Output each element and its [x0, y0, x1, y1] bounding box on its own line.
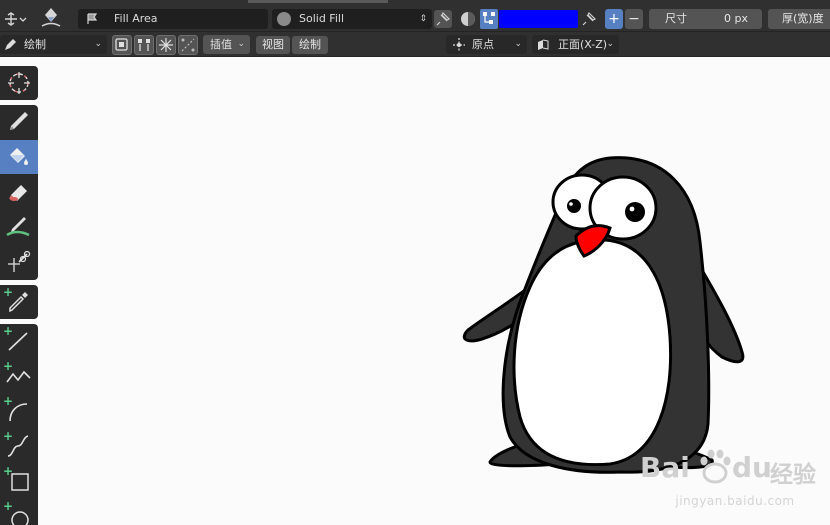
fill-mode-selector[interactable]: Fill Area	[78, 9, 268, 29]
guides-icon[interactable]	[178, 35, 198, 55]
toolgroup-primitives: + + + + + +	[0, 324, 38, 525]
view-menu-button[interactable]: 视图	[256, 36, 290, 54]
chevron-down-icon: ⌄	[606, 39, 614, 49]
toolgroup-eyedropper: +	[0, 285, 38, 319]
toolgroup-cursor	[0, 66, 38, 100]
editor-header: 绘制 ⌄ 插值 ⌄ 视图 绘制 原点 ⌄ 正面(X-Z) ⌄	[0, 32, 830, 57]
vertex-color-icon[interactable]	[480, 9, 498, 29]
penguin-right-pupil	[625, 202, 645, 222]
tool-shelf: + + + + + + +	[0, 57, 40, 525]
editor-type-icon[interactable]	[3, 10, 29, 28]
origin-label: 原点	[472, 38, 494, 51]
tool-settings-header: Fill Area Solid Fill ⇕ + − 尺寸 0 px 厚(宽)度	[0, 0, 830, 32]
penguin-drawing	[462, 156, 745, 474]
draw-tool[interactable]	[0, 105, 38, 139]
origin-dropdown[interactable]: 原点 ⌄	[446, 35, 527, 54]
eyedropper-icon	[9, 292, 28, 313]
penguin-left-pupil	[567, 199, 581, 213]
arc-icon	[9, 403, 28, 422]
shading-sphere-icon[interactable]	[459, 10, 477, 28]
curve-icon	[7, 435, 29, 457]
watermark-logo: Bai du 经验	[640, 447, 830, 492]
size-value: 0 px	[724, 12, 748, 25]
thickness-field[interactable]: 厚(宽)度	[768, 9, 830, 29]
watermark-url: jingyan.baidu.com	[675, 494, 795, 508]
pencil-icon	[10, 112, 28, 130]
tint-brush-icon	[6, 217, 30, 237]
eraser-icon	[9, 185, 27, 201]
box-icon	[11, 473, 29, 491]
curve-tool[interactable]: +	[0, 429, 38, 463]
polyline-icon	[6, 370, 31, 383]
paint-bucket-icon	[10, 148, 28, 165]
watermark-text-du: du	[732, 451, 772, 484]
circle-tool[interactable]: +	[0, 499, 38, 525]
pin-color-icon[interactable]	[580, 10, 598, 28]
grease-pencil-editor: Fill Area Solid Fill ⇕ + − 尺寸 0 px 厚(宽)度	[0, 0, 830, 525]
watermark-text-bai: Bai	[640, 451, 690, 484]
cutter-tool[interactable]	[0, 245, 38, 279]
fill-style-selector[interactable]: Solid Fill ⇕	[272, 9, 432, 29]
edit-lines-icon[interactable]	[134, 35, 154, 55]
scissors-icon	[8, 250, 31, 272]
fill-color-swatch[interactable]	[499, 10, 578, 28]
plane-icon	[538, 39, 549, 50]
mode-dropdown[interactable]: 绘制 ⌄	[0, 35, 107, 54]
polyline-tool[interactable]: +	[0, 359, 38, 393]
interpolate-dropdown[interactable]: 插值 ⌄	[203, 35, 250, 54]
eyedropper-tool[interactable]: +	[0, 285, 38, 319]
erase-tool[interactable]	[0, 175, 38, 209]
penguin-belly	[512, 238, 673, 467]
toolgroup-paint	[0, 105, 38, 280]
chevron-down-icon: ⌄	[237, 39, 245, 49]
plane-label: 正面(X-Z)	[558, 38, 608, 51]
mode-label: 绘制	[24, 38, 46, 51]
size-field[interactable]: 尺寸 0 px	[649, 9, 762, 29]
fill-tool-header-icon	[40, 6, 62, 28]
origin-icon	[453, 38, 465, 51]
workspace-tab-indicator	[248, 0, 388, 3]
remove-button[interactable]: −	[625, 9, 643, 29]
box-tool[interactable]: +	[0, 464, 38, 498]
fill-tool[interactable]	[0, 140, 38, 174]
cursor-tool[interactable]	[0, 66, 38, 100]
drawing-plane-dropdown[interactable]: 正面(X-Z) ⌄	[532, 35, 619, 54]
line-icon	[8, 332, 28, 351]
arc-tool[interactable]: +	[0, 394, 38, 428]
tint-tool[interactable]	[0, 210, 38, 244]
multiframe-icon[interactable]	[112, 35, 132, 55]
fill-style-label: Solid Fill	[299, 12, 344, 25]
watermark-suffix: 经验	[770, 462, 816, 488]
size-label: 尺寸	[665, 12, 687, 25]
interpolate-label: 插值	[210, 38, 232, 51]
pencil-mode-icon	[5, 39, 16, 50]
material-sphere-icon	[277, 12, 291, 26]
sparkle-icon[interactable]	[156, 35, 176, 55]
paw-icon	[700, 449, 731, 484]
chevron-updown-icon: ⇕	[419, 14, 427, 24]
flag-icon	[87, 13, 98, 24]
draw-menu-button[interactable]: 绘制	[292, 36, 328, 54]
chevron-down-icon: ⌄	[94, 39, 102, 49]
add-button[interactable]: +	[605, 9, 623, 29]
cursor-icon	[8, 72, 30, 94]
baidu-watermark: Bai du 经验 jingyan.baidu.com	[640, 447, 830, 517]
fill-mode-label: Fill Area	[114, 12, 158, 25]
drawing-canvas[interactable]: Bai du 经验 jingyan.baidu.com	[40, 57, 830, 525]
circle-icon	[11, 511, 29, 525]
pin-icon[interactable]	[434, 10, 452, 28]
chevron-down-icon: ⌄	[514, 39, 522, 49]
line-tool[interactable]: +	[0, 324, 38, 358]
thickness-label: 厚(宽)度	[782, 12, 824, 25]
